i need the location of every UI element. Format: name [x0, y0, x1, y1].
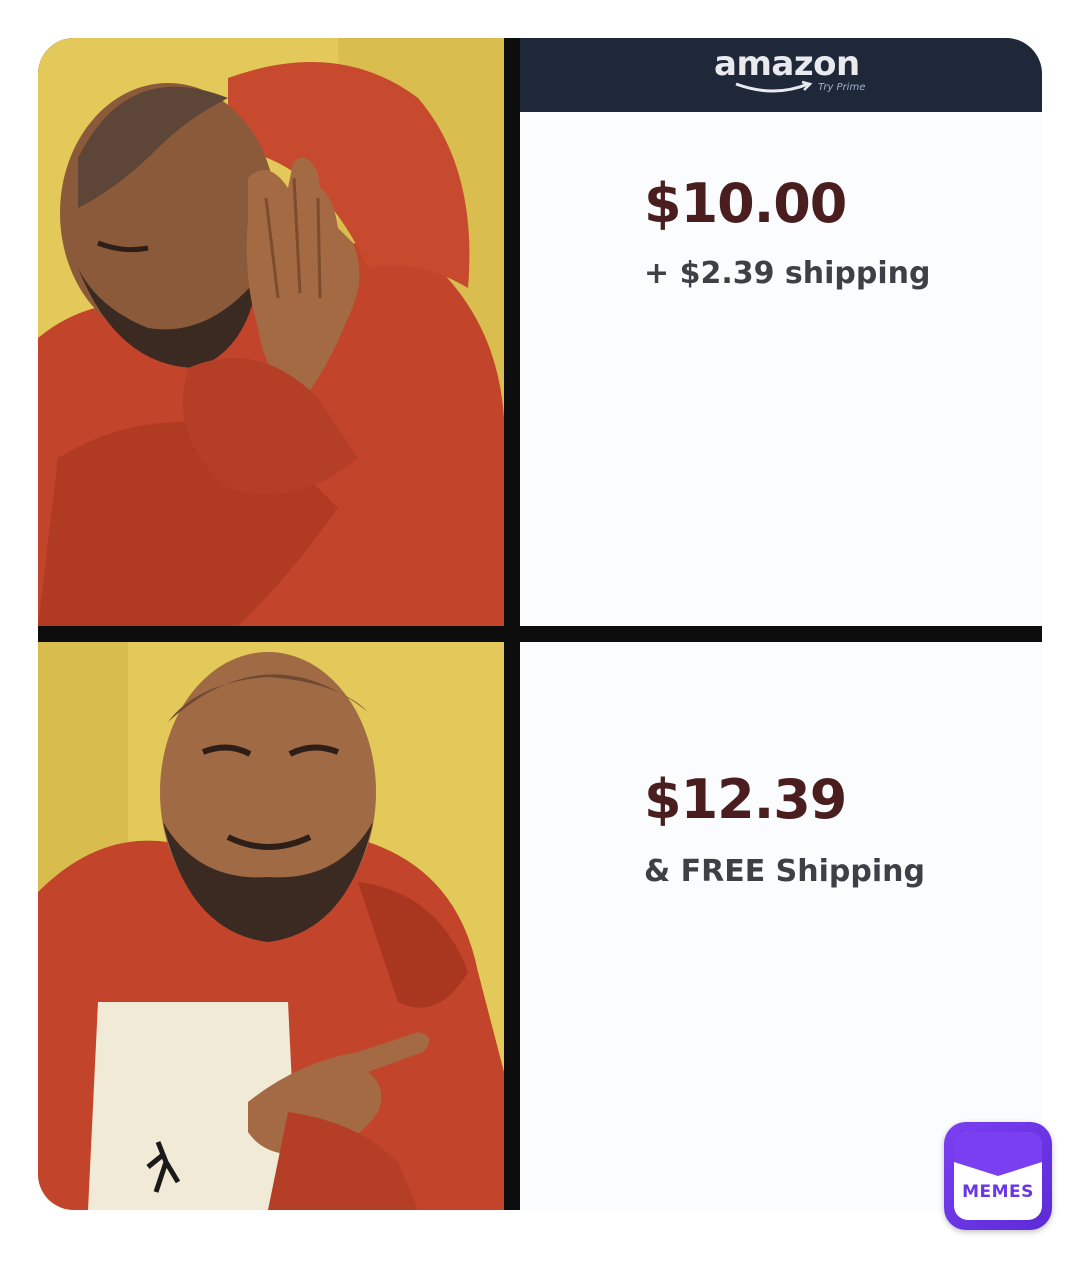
memes-badge-inner: MEMES [954, 1132, 1042, 1220]
amazon-smile-icon [735, 80, 813, 93]
price-amount: $10.00 [644, 172, 847, 235]
shipping-cost: + $2.39 shipping [644, 256, 931, 291]
man-approving-gesture-photo [38, 642, 504, 1210]
message-bubble-icon [954, 1132, 1042, 1176]
price-amount: $12.39 [644, 768, 847, 831]
top-reject-photo [38, 38, 504, 626]
memes-label: MEMES [962, 1182, 1034, 1202]
drake-meme-grid: amazon Try Prime $10.00 + $2.39 shipping [38, 38, 1042, 1210]
amazon-header-bar: amazon Try Prime [520, 38, 1042, 112]
bottom-approve-photo [38, 642, 504, 1210]
amazon-logo: amazon Try Prime [714, 44, 894, 106]
shipping-free: & FREE Shipping [644, 854, 925, 889]
man-rejecting-gesture-photo [38, 38, 504, 626]
top-price-panel: amazon Try Prime $10.00 + $2.39 shipping [520, 38, 1042, 626]
amazon-wordmark: amazon [714, 44, 860, 84]
memes-app-icon[interactable]: MEMES [944, 1122, 1052, 1230]
meme-page: amazon Try Prime $10.00 + $2.39 shipping [0, 0, 1080, 1263]
amazon-prime-tagline: Try Prime [818, 82, 866, 93]
